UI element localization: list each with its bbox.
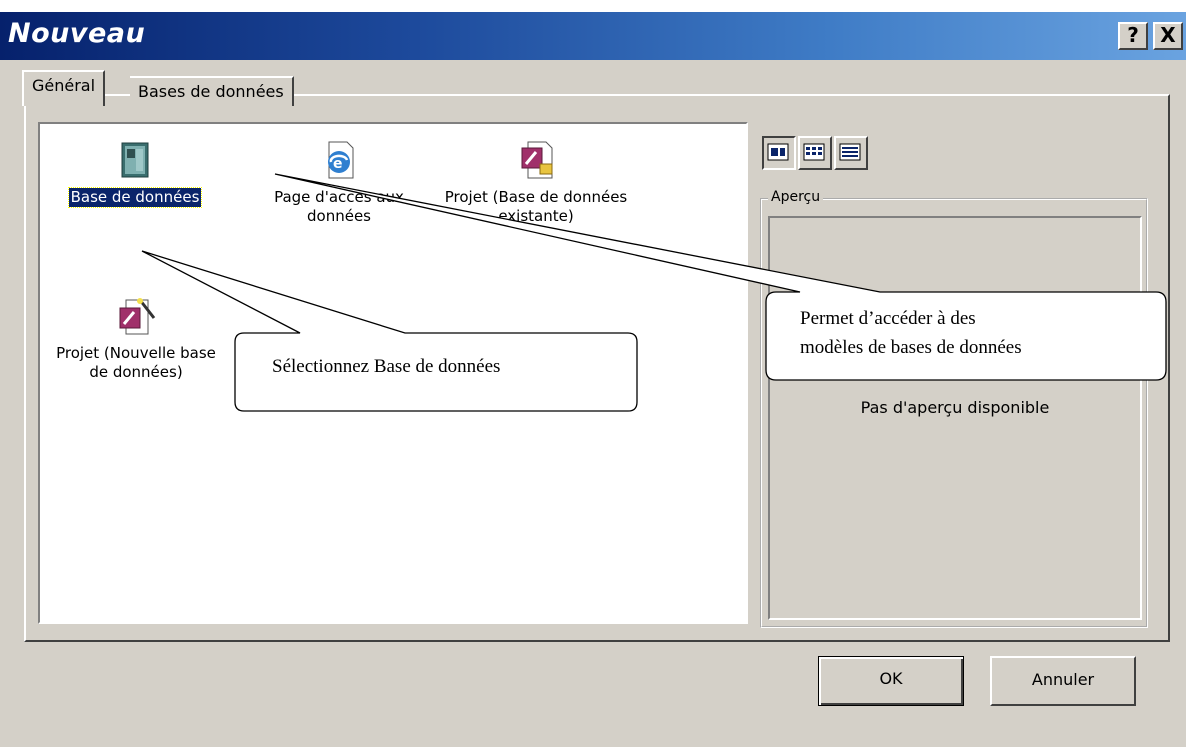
project-existing-icon: [516, 140, 556, 180]
list-item-projet-existant[interactable]: Projet (Base de données existante): [438, 140, 634, 226]
large-icons-button[interactable]: [762, 136, 796, 170]
large-icons-icon: [767, 143, 789, 161]
list-item-label: Base de données: [67, 187, 203, 208]
preview-legend: Aperçu: [768, 189, 824, 205]
ok-button[interactable]: OK: [818, 656, 964, 706]
top-text-strip: [0, 0, 1186, 12]
callout-models-line1: Permet d’accéder à des: [800, 308, 976, 329]
title-bar[interactable]: Nouveau ? X: [0, 12, 1186, 60]
details-icon: [839, 143, 861, 161]
cancel-button[interactable]: Annuler: [990, 656, 1136, 706]
small-icons-button[interactable]: [798, 136, 832, 170]
callout-select-text: Sélectionnez Base de données: [272, 356, 501, 377]
help-button[interactable]: ?: [1118, 22, 1148, 50]
callout-models-line2: modèles de bases de données: [800, 337, 1022, 358]
preview-area: Pas d'aperçu disponible: [768, 216, 1142, 620]
small-icons-icon: [803, 143, 825, 161]
list-item-page-acces-donnees[interactable]: e Page d'accès aux données: [248, 140, 430, 226]
database-icon: [115, 140, 155, 180]
no-preview-text: Pas d'aperçu disponible: [860, 398, 1050, 417]
svg-text:e: e: [333, 156, 343, 172]
list-item-base-de-donnees[interactable]: Base de données: [42, 140, 228, 208]
list-item-projet-nouveau[interactable]: Projet (Nouvelle base de données): [46, 296, 226, 382]
close-button[interactable]: X: [1153, 22, 1183, 50]
list-item-label: Page d'accès aux données: [274, 188, 404, 225]
project-new-icon: [116, 296, 156, 336]
tab-bases-de-donnees[interactable]: Bases de données: [130, 76, 294, 106]
tab-general[interactable]: Général: [22, 70, 106, 106]
details-button[interactable]: [834, 136, 868, 170]
list-item-label: Projet (Nouvelle base de données): [56, 344, 216, 381]
list-item-label: Projet (Base de données existante): [444, 188, 628, 225]
window-title: Nouveau: [8, 18, 146, 49]
data-access-page-icon: e: [319, 140, 359, 180]
callout-models-text: Permet d’accéder à des modèles de bases …: [800, 304, 1022, 362]
